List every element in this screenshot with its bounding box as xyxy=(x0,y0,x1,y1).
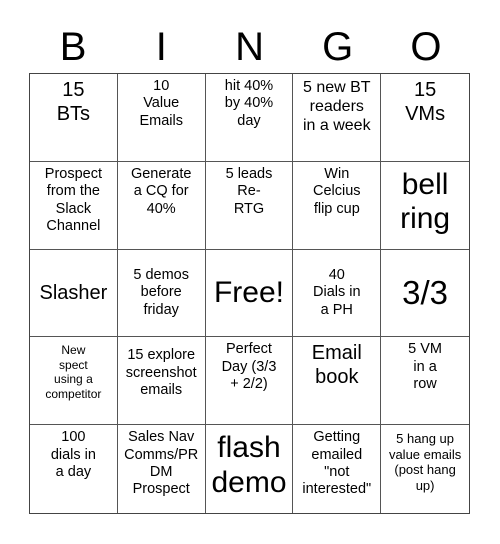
bingo-cell[interactable]: Perfect Day (3/3 + 2/2) xyxy=(205,337,294,426)
bingo-cell[interactable]: Win Celcius flip cup xyxy=(293,161,382,250)
cell-text: hit 40% by 40% day xyxy=(224,78,274,129)
bingo-cell[interactable]: Generate a CQ for 40% xyxy=(117,161,206,250)
cell-text: 15 VMs xyxy=(405,79,446,125)
bingo-cell[interactable]: hit 40% by 40% day xyxy=(205,74,294,162)
bingo-cell[interactable]: 15 VMs xyxy=(381,74,469,162)
cell-text: Slasher xyxy=(39,281,108,304)
header-letter-b: B xyxy=(59,25,87,69)
bingo-cell[interactable]: 5 leads Re- RTG xyxy=(205,161,294,250)
cell-text: 5 hang up value emails (post hang up) xyxy=(388,431,462,493)
bingo-cell[interactable]: flash demo xyxy=(206,425,294,513)
cell-text: Getting emailed "not interested" xyxy=(302,429,372,498)
cell-text: Sales Nav Comms/PR DM Prospect xyxy=(124,429,199,498)
header-letter-i: I xyxy=(155,25,167,69)
bingo-cell[interactable]: Getting emailed "not interested" xyxy=(293,425,382,513)
bingo-cell[interactable]: 15 BTs xyxy=(30,74,118,162)
bingo-cell[interactable]: 3/3 xyxy=(381,250,469,338)
cell-text: Win Celcius flip cup xyxy=(313,165,361,217)
bingo-cell[interactable]: 10 Value Emails xyxy=(117,74,206,162)
cell-text: flash demo xyxy=(211,431,287,499)
cell-text: 100 dials in a day xyxy=(50,429,96,480)
cell-text: 5 demos before friday xyxy=(133,266,189,318)
cell-text: 5 VM in a row xyxy=(408,341,443,393)
header-letter-n: N xyxy=(235,25,264,69)
cell-text: 15 explore screenshot emails xyxy=(125,347,197,399)
bingo-grid: 15 BTs 10 Value Emails hit 40% by 40% da… xyxy=(29,73,470,514)
bingo-cell[interactable]: 5 demos before friday xyxy=(117,249,206,338)
cell-text: Generate a CQ for 40% xyxy=(130,165,192,217)
header-letter-o: O xyxy=(410,25,442,69)
bingo-cell[interactable]: Prospect from the Slack Channel xyxy=(30,161,118,250)
bingo-cell[interactable]: 5 VM in a row xyxy=(381,337,469,426)
cell-text: 15 BTs xyxy=(56,79,91,125)
bingo-cell[interactable]: 100 dials in a day xyxy=(30,425,118,513)
bingo-cell[interactable]: Slasher xyxy=(30,249,118,338)
cell-text: 10 Value Emails xyxy=(139,78,183,129)
cell-text: Email book xyxy=(311,342,362,389)
bingo-cell[interactable]: bell ring xyxy=(381,162,469,250)
cell-text: Prospect from the Slack Channel xyxy=(44,165,103,234)
cell-text: Perfect Day (3/3 + 2/2) xyxy=(221,341,277,393)
bingo-cell[interactable]: Email book xyxy=(293,337,382,426)
bingo-cell[interactable]: New spect using a competitor xyxy=(30,337,118,426)
bingo-cell[interactable]: 40 Dials in a PH xyxy=(293,249,382,338)
cell-text: 40 Dials in a PH xyxy=(313,266,361,318)
bingo-cell[interactable]: 15 explore screenshot emails xyxy=(117,337,206,426)
bingo-header: B I N G O xyxy=(29,22,470,72)
header-letter-g: G xyxy=(322,25,354,69)
cell-text: New spect using a competitor xyxy=(45,343,102,401)
free-space-cell[interactable]: Free! xyxy=(205,249,294,338)
cell-text: Free! xyxy=(213,275,284,309)
cell-text: 5 leads Re- RTG xyxy=(225,165,273,217)
bingo-cell[interactable]: 5 hang up value emails (post hang up) xyxy=(381,425,469,513)
bingo-cell[interactable]: 5 new BT readers in a week xyxy=(293,74,382,162)
cell-text: 5 new BT readers in a week xyxy=(302,79,371,135)
cell-text: bell ring xyxy=(400,167,451,236)
bingo-cell[interactable]: Sales Nav Comms/PR DM Prospect xyxy=(118,425,206,513)
cell-text: 3/3 xyxy=(402,274,449,312)
